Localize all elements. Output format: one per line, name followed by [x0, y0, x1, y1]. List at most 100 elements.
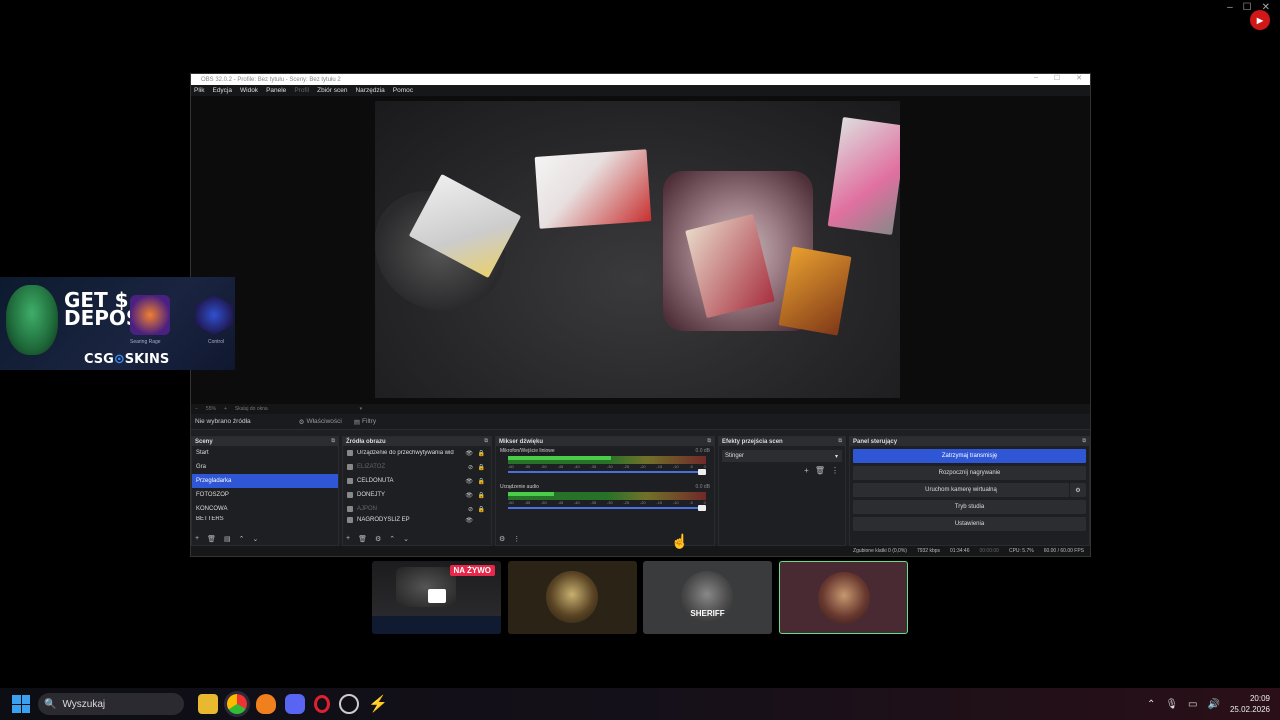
- add-icon[interactable]: +: [195, 535, 199, 543]
- more-icon[interactable]: ⋮: [831, 466, 839, 475]
- csgoskins-ad[interactable]: GET $ DEPOS Searing Rage Control CSG⊙SKIN…: [0, 277, 235, 370]
- dock-pin-icon[interactable]: ⧉: [707, 438, 711, 444]
- menu-profil[interactable]: Profil: [294, 87, 309, 94]
- start-virtual-camera-button[interactable]: Uruchom kamerę wirtualną: [853, 483, 1069, 497]
- mixer-channel: Mikrofon/Wejście liniowe 0.0 dB -60 -55 -5…: [496, 446, 714, 482]
- zoom-in-icon[interactable]: +: [224, 406, 227, 412]
- source-item[interactable]: AJPON ⊘ 🔒: [343, 502, 491, 516]
- menu-plik[interactable]: Plik: [194, 87, 204, 94]
- microphone-icon[interactable]: 🎙: [1165, 699, 1178, 710]
- lock-icon[interactable]: 🔒: [478, 492, 485, 499]
- add-icon[interactable]: +: [346, 535, 350, 543]
- trash-icon[interactable]: 🗑: [207, 535, 216, 543]
- volume-meter: [508, 492, 706, 500]
- scene-item[interactable]: FOTOSZOP: [192, 488, 338, 502]
- discord-icon[interactable]: [285, 694, 305, 714]
- scene-item[interactable]: Gra: [192, 460, 338, 474]
- filter-icon[interactable]: ▤: [224, 535, 231, 543]
- lock-icon[interactable]: 🔒: [478, 506, 485, 513]
- menu-edycja[interactable]: Edycja: [212, 87, 232, 94]
- filters-button[interactable]: ▤ Filtry: [354, 418, 376, 426]
- eye-hidden-icon[interactable]: ⊘: [468, 506, 473, 513]
- system-tray: ⌃ 🎙 ▭ 🔊 20:09 25.02.2026: [1147, 688, 1270, 720]
- mixer-settings-icon[interactable]: ⚙: [499, 535, 505, 543]
- eye-icon[interactable]: 👁: [465, 478, 473, 485]
- scale-tick: -15: [656, 500, 663, 505]
- menu-pomoc[interactable]: Pomoc: [393, 87, 413, 94]
- move-up-icon[interactable]: ⌃: [389, 535, 395, 543]
- network-icon[interactable]: ▭: [1188, 699, 1197, 710]
- participant-tile[interactable]: [508, 561, 637, 634]
- maximize-icon[interactable]: ☐: [1243, 2, 1252, 13]
- chrome-icon[interactable]: [227, 694, 247, 714]
- zoom-out-icon[interactable]: −: [195, 406, 198, 412]
- trash-icon[interactable]: 🗑: [815, 466, 825, 475]
- trash-icon[interactable]: 🗑: [358, 535, 367, 543]
- source-item[interactable]: ELIZATOZ ⊘ 🔒: [343, 460, 491, 474]
- scene-item-selected[interactable]: Przegladarka: [192, 474, 338, 488]
- source-item[interactable]: NAGRODYSLIZ EP 👁: [343, 516, 491, 524]
- participant-tile[interactable]: NA ŻYWO: [372, 561, 501, 634]
- volume-icon[interactable]: 🔊: [1208, 699, 1220, 710]
- gear-icon[interactable]: ⚙: [375, 535, 381, 543]
- lock-icon[interactable]: 🔒: [478, 478, 485, 485]
- scene-item[interactable]: Start: [192, 446, 338, 460]
- source-item[interactable]: Urządzenie do przechwytywania wid 👁 🔒: [343, 446, 491, 460]
- start-button[interactable]: [12, 695, 30, 713]
- eye-icon[interactable]: 👁: [465, 450, 473, 457]
- eye-icon[interactable]: 👁: [465, 517, 473, 524]
- menu-panele[interactable]: Panele: [266, 87, 286, 94]
- cloud-app-icon[interactable]: [256, 694, 276, 714]
- dock-pin-icon[interactable]: ⧉: [331, 438, 335, 444]
- lock-icon[interactable]: 🔒: [478, 464, 485, 471]
- scale-tick: -30: [606, 500, 613, 505]
- participant-tile-speaking[interactable]: [779, 561, 908, 634]
- file-explorer-icon[interactable]: [198, 694, 218, 714]
- volume-slider[interactable]: [508, 505, 706, 511]
- preview-canvas[interactable]: [375, 101, 900, 398]
- lightning-app-icon[interactable]: ⚡: [368, 694, 388, 714]
- more-icon[interactable]: ⋮: [513, 535, 520, 543]
- menu-widok[interactable]: Widok: [240, 87, 258, 94]
- obs-minimize-icon[interactable]: –: [1034, 74, 1038, 82]
- app-badge-icon[interactable]: ▶: [1250, 10, 1270, 30]
- obs-icon[interactable]: [339, 694, 359, 714]
- move-up-icon[interactable]: ⌃: [239, 535, 245, 543]
- browser-icon: [347, 464, 353, 470]
- eye-hidden-icon[interactable]: ⊘: [468, 464, 473, 471]
- clock[interactable]: 20:09 25.02.2026: [1230, 693, 1270, 715]
- menu-zbior-scen[interactable]: Zbiór scen: [317, 87, 347, 94]
- mixer-channel: Urządzenie audio 0.0 dB -60 -55 -50 -45 -40 -…: [496, 482, 714, 518]
- start-recording-button[interactable]: Rozpocznij nagrywanie: [853, 466, 1086, 480]
- source-item[interactable]: DONEJTY 👁 🔒: [343, 488, 491, 502]
- lock-icon[interactable]: 🔒: [478, 450, 485, 457]
- scene-item[interactable]: KONCOWA: [192, 502, 338, 516]
- opera-icon[interactable]: [314, 695, 330, 713]
- menu-narzedzia[interactable]: Narzędzia: [355, 87, 384, 94]
- eye-icon[interactable]: 👁: [465, 492, 473, 499]
- stream-thumbnail: [396, 567, 456, 607]
- volume-slider[interactable]: [508, 469, 706, 475]
- fit-dropdown[interactable]: Skaluj do okna: [235, 406, 268, 412]
- virtual-camera-settings-icon[interactable]: ⚙: [1070, 483, 1086, 497]
- move-down-icon[interactable]: ⌄: [252, 535, 258, 543]
- properties-button[interactable]: ⚙ Właściwości: [299, 418, 342, 426]
- move-down-icon[interactable]: ⌄: [403, 535, 409, 543]
- minimize-icon[interactable]: –: [1227, 2, 1233, 13]
- chevron-down-icon[interactable]: ▾: [360, 406, 363, 412]
- settings-button[interactable]: Ustawienia: [853, 517, 1086, 531]
- obs-maximize-icon[interactable]: ☐: [1054, 74, 1060, 82]
- taskbar-search[interactable]: 🔍 Wyszukaj: [38, 693, 184, 715]
- obs-close-icon[interactable]: ✕: [1076, 74, 1082, 82]
- stop-streaming-button[interactable]: Zatrzymaj transmisję: [853, 449, 1086, 463]
- chevron-up-icon[interactable]: ⌃: [1147, 699, 1155, 710]
- source-item[interactable]: CELDONUTA 👁 🔒: [343, 474, 491, 488]
- add-icon[interactable]: +: [804, 466, 809, 475]
- scene-item[interactable]: BETTERS: [192, 516, 338, 524]
- dock-pin-icon[interactable]: ⧉: [838, 438, 842, 444]
- dock-pin-icon[interactable]: ⧉: [1082, 438, 1086, 444]
- transition-select[interactable]: Stinger ▾: [722, 450, 842, 462]
- participant-tile[interactable]: SHERIFF: [643, 561, 772, 634]
- studio-mode-button[interactable]: Tryb studia: [853, 500, 1086, 514]
- dock-pin-icon[interactable]: ⧉: [484, 438, 488, 444]
